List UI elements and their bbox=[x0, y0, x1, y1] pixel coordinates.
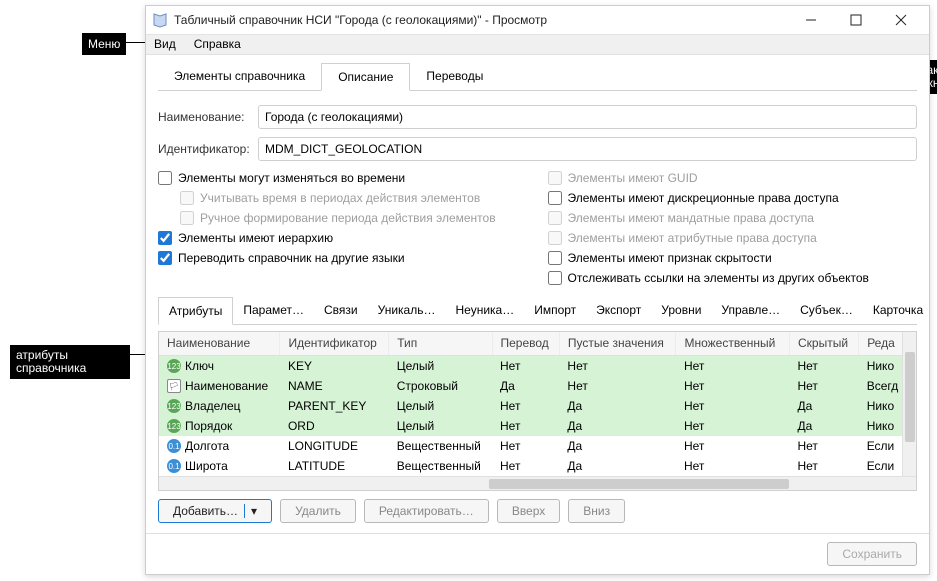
table-row[interactable]: 123ПорядокORDЦелыйНетДаНетДаНико bbox=[159, 416, 916, 436]
up-button[interactable]: Вверх bbox=[497, 499, 560, 523]
chk-hidden[interactable] bbox=[548, 251, 562, 265]
tab-translations[interactable]: Переводы bbox=[410, 63, 499, 90]
chevron-down-icon: ▾ bbox=[244, 504, 257, 518]
menu-view[interactable]: Вид bbox=[154, 37, 176, 51]
titlebar[interactable]: Табличный справочник НСИ "Города (с геол… bbox=[146, 6, 929, 35]
save-button[interactable]: Сохранить bbox=[827, 542, 917, 566]
stab-nonunique[interactable]: Неуника… bbox=[445, 297, 524, 324]
stab-export[interactable]: Экспорт bbox=[586, 297, 651, 324]
book-icon bbox=[152, 12, 168, 28]
delete-button[interactable]: Удалить bbox=[280, 499, 356, 523]
table-row[interactable]: 🏳НаименованиеNAMEСтроковыйДаНетНетНетВсе… bbox=[159, 376, 916, 396]
chk-mandate bbox=[548, 211, 562, 225]
table-row[interactable]: 0.1ДолготаLONGITUDEВещественныйНетДаНетН… bbox=[159, 436, 916, 456]
close-button[interactable] bbox=[878, 6, 923, 34]
col-id[interactable]: Идентификатор bbox=[280, 332, 389, 356]
minimize-button[interactable] bbox=[788, 6, 833, 34]
identifier-field[interactable] bbox=[258, 137, 917, 161]
type-icon: 123 bbox=[167, 419, 181, 433]
edit-button[interactable]: Редактировать… bbox=[364, 499, 489, 523]
type-icon: 123 bbox=[167, 399, 181, 413]
chk-discret[interactable] bbox=[548, 191, 562, 205]
stab-links[interactable]: Связи bbox=[314, 297, 368, 324]
stab-subjects[interactable]: Субъек… bbox=[790, 297, 863, 324]
tab-description[interactable]: Описание bbox=[321, 63, 410, 91]
grid-vscroll[interactable] bbox=[902, 332, 916, 477]
stab-unique[interactable]: Уникаль… bbox=[368, 297, 446, 324]
table-row[interactable]: 0.1ШиротаLATITUDEВещественныйНетДаНетНет… bbox=[159, 456, 916, 476]
menubar: Вид Справка bbox=[146, 35, 929, 55]
col-hidden[interactable]: Скрытый bbox=[789, 332, 858, 356]
type-icon: 0.1 bbox=[167, 439, 181, 453]
stab-card[interactable]: Карточка bbox=[863, 297, 933, 324]
stab-manage[interactable]: Управле… bbox=[711, 297, 790, 324]
down-button[interactable]: Вниз bbox=[568, 499, 625, 523]
chk-translate[interactable] bbox=[158, 251, 172, 265]
chk-guid bbox=[548, 171, 562, 185]
col-name[interactable]: Наименование bbox=[159, 332, 280, 356]
type-icon: 🏳 bbox=[167, 379, 181, 393]
window-title: Табличный справочник НСИ "Города (с геол… bbox=[174, 13, 788, 27]
col-empty[interactable]: Пустые значения bbox=[559, 332, 676, 356]
table-row[interactable]: 123КлючKEYЦелыйНетНетНетНетНико bbox=[159, 356, 916, 377]
id-label: Идентификатор: bbox=[158, 142, 258, 156]
callout-attrs: атрибуты справочника bbox=[10, 345, 130, 379]
chk-hierarchy[interactable] bbox=[158, 231, 172, 245]
stab-params[interactable]: Парамет… bbox=[233, 297, 314, 324]
attr-tabs: Атрибуты Парамет… Связи Уникаль… Неуника… bbox=[158, 297, 917, 325]
stab-import[interactable]: Импорт bbox=[524, 297, 586, 324]
add-button[interactable]: Добавить…▾ bbox=[158, 499, 272, 523]
maximize-button[interactable] bbox=[833, 6, 878, 34]
attributes-grid: Наименование Идентификатор Тип Перевод П… bbox=[158, 331, 917, 492]
chk-time-manual bbox=[180, 211, 194, 225]
table-row[interactable]: 123ВладелецPARENT_KEYЦелыйНетДаНетДаНико bbox=[159, 396, 916, 416]
stab-attributes[interactable]: Атрибуты bbox=[158, 297, 233, 325]
main-tabs: Элементы справочника Описание Переводы bbox=[158, 63, 917, 91]
col-translate[interactable]: Перевод bbox=[492, 332, 559, 356]
type-icon: 123 bbox=[167, 359, 181, 373]
grid-hscroll[interactable] bbox=[159, 476, 916, 490]
type-icon: 0.1 bbox=[167, 459, 181, 473]
chk-track[interactable] bbox=[548, 271, 562, 285]
stab-levels[interactable]: Уровни bbox=[651, 297, 711, 324]
app-window: Табличный справочник НСИ "Города (с геол… bbox=[145, 5, 930, 575]
chk-time[interactable] bbox=[158, 171, 172, 185]
col-mult[interactable]: Множественный bbox=[676, 332, 790, 356]
chk-time-period bbox=[180, 191, 194, 205]
chk-attrib bbox=[548, 231, 562, 245]
tab-elements[interactable]: Элементы справочника bbox=[158, 63, 321, 90]
menu-help[interactable]: Справка bbox=[194, 37, 241, 51]
name-field[interactable] bbox=[258, 105, 917, 129]
col-type[interactable]: Тип bbox=[389, 332, 492, 356]
callout-menu: Меню bbox=[82, 33, 126, 55]
name-label: Наименование: bbox=[158, 110, 258, 124]
